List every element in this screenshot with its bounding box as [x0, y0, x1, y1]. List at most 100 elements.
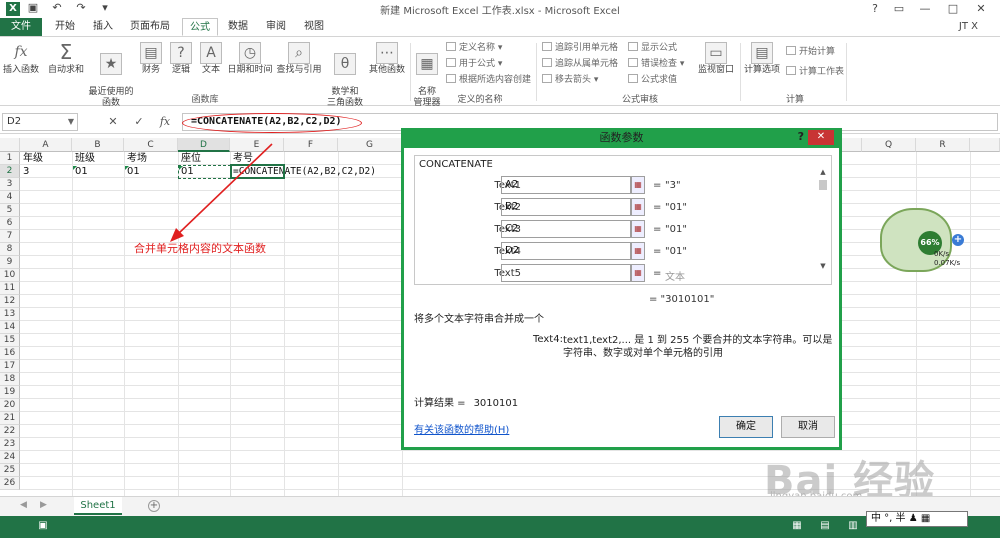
- sheet-tab-sheet1[interactable]: Sheet1: [74, 497, 122, 515]
- calculate-now-button[interactable]: 开始计算: [786, 46, 835, 59]
- add-sheet-button[interactable]: +: [148, 500, 160, 512]
- lookup-reference-button[interactable]: ⌕ 查找与引用: [274, 42, 324, 76]
- collapse-dialog-icon[interactable]: ▦: [631, 176, 645, 194]
- user-name[interactable]: JT X: [959, 21, 978, 32]
- scroll-up-icon[interactable]: ▲: [817, 168, 829, 178]
- row-header-15[interactable]: 15: [0, 334, 20, 347]
- name-box-value: D2: [7, 116, 22, 127]
- autosum-button[interactable]: Σ 自动求和: [46, 42, 86, 76]
- remove-arrows-button[interactable]: 移去箭头 ▾: [542, 74, 598, 87]
- name-manager-button[interactable]: ▦ 名称 管理器: [412, 42, 442, 109]
- autosum-label: 自动求和: [47, 65, 84, 75]
- tab-home[interactable]: 开始: [50, 18, 80, 36]
- row-header-17[interactable]: 17: [0, 360, 20, 373]
- tab-page-layout[interactable]: 页面布局: [126, 18, 174, 36]
- math-trig-button[interactable]: θ 数学和 三角函数: [326, 42, 364, 109]
- group-label-calculation: 计算: [785, 95, 804, 105]
- row-header-14[interactable]: 14: [0, 321, 20, 334]
- row-header-20[interactable]: 20: [0, 399, 20, 412]
- error-checking-button[interactable]: 错误检查 ▾: [628, 58, 684, 71]
- column-header-r[interactable]: R: [916, 138, 970, 152]
- function-arguments-dialog: 函数参数 ? ✕ CONCATENATE Text1 A2 ▦ = "3" Te…: [401, 128, 842, 450]
- more-functions-label: 其他函数: [368, 65, 405, 75]
- more-functions-button[interactable]: ⋯ 其他函数: [366, 42, 408, 76]
- arg-input-text3[interactable]: C2: [501, 220, 631, 238]
- row-header-26[interactable]: 26: [0, 477, 20, 490]
- insert-function-fx-button[interactable]: fx: [156, 114, 174, 130]
- macro-record-icon[interactable]: ▣: [36, 520, 50, 534]
- evaluate-formula-button[interactable]: 公式求值: [628, 74, 677, 87]
- ok-button[interactable]: 确定: [719, 416, 773, 438]
- define-name-button[interactable]: 定义名称 ▾: [446, 42, 502, 55]
- row-header-19[interactable]: 19: [0, 386, 20, 399]
- recently-used-button[interactable]: ★ 最近使用的 函数: [86, 42, 136, 109]
- cancel-button[interactable]: 取消: [781, 416, 835, 438]
- page-layout-view-icon[interactable]: ▤: [818, 520, 832, 534]
- row-header-18[interactable]: 18: [0, 373, 20, 386]
- row-header-25[interactable]: 25: [0, 464, 20, 477]
- scroll-thumb[interactable]: [819, 180, 827, 190]
- page-break-view-icon[interactable]: ▥: [846, 520, 860, 534]
- ribbon: fx 插入函数 Σ 自动求和 ★ 最近使用的 函数 ▤ 财务 ? 逻辑 A 文本…: [0, 36, 1000, 109]
- row-header-11[interactable]: 11: [0, 282, 20, 295]
- row-header-24[interactable]: 24: [0, 451, 20, 464]
- calc-options-button[interactable]: ▤ 计算选项: [742, 42, 782, 76]
- financial-button[interactable]: ▤ 财务: [138, 42, 164, 76]
- close-button[interactable]: ✕: [966, 0, 996, 18]
- date-time-button[interactable]: ◷ 日期和时间: [226, 42, 274, 76]
- normal-view-icon[interactable]: ▦: [790, 520, 804, 534]
- tab-insert[interactable]: 插入: [88, 18, 118, 36]
- name-box[interactable]: D2 ▼: [2, 113, 78, 131]
- scroll-down-icon[interactable]: ▼: [817, 262, 829, 272]
- function-help-link[interactable]: 有关该函数的帮助(H): [414, 421, 509, 436]
- create-from-selection-button[interactable]: 根据所选内容创建: [446, 74, 531, 87]
- evaluate-formula-icon: [628, 74, 638, 83]
- network-speed-widget[interactable]: 66% 0K/s 0.07K/s +: [880, 200, 964, 276]
- tab-data[interactable]: 数据: [224, 18, 252, 36]
- arg-input-text2[interactable]: B2: [501, 198, 631, 216]
- show-formulas-button[interactable]: 显示公式: [628, 42, 677, 55]
- ime-toolbar[interactable]: 中 °, 半 ♟ ▦: [866, 511, 968, 527]
- cancel-formula-button[interactable]: ✕: [104, 114, 122, 130]
- trace-precedents-button[interactable]: 追踪引用单元格: [542, 42, 618, 55]
- arguments-scrollbar[interactable]: ▲ ▼: [817, 168, 829, 272]
- minimize-button[interactable]: —: [910, 0, 940, 18]
- row-header-13[interactable]: 13: [0, 308, 20, 321]
- trace-dependents-button[interactable]: 追踪从属单元格: [542, 58, 618, 71]
- arg-input-text5[interactable]: [501, 264, 631, 282]
- row-header-21[interactable]: 21: [0, 412, 20, 425]
- tab-view[interactable]: 视图: [300, 18, 328, 36]
- column-header-s[interactable]: [970, 138, 1000, 152]
- chevron-down-icon[interactable]: ▼: [68, 114, 74, 130]
- enter-formula-button[interactable]: ✓: [130, 114, 148, 130]
- dialog-help-button[interactable]: ?: [798, 130, 804, 143]
- maximize-button[interactable]: □: [938, 0, 968, 18]
- calculate-sheet-button[interactable]: 计算工作表: [786, 66, 844, 79]
- tab-file[interactable]: 文件: [0, 18, 42, 36]
- dialog-close-button[interactable]: ✕: [808, 130, 834, 145]
- text-button[interactable]: A 文本: [198, 42, 224, 76]
- collapse-dialog-icon[interactable]: ▦: [631, 198, 645, 216]
- row-header-23[interactable]: 23: [0, 438, 20, 451]
- widget-plus-icon[interactable]: +: [952, 234, 964, 246]
- prev-sheet-icon[interactable]: ◀: [20, 500, 27, 510]
- collapse-dialog-icon[interactable]: ▦: [631, 242, 645, 260]
- column-header-q[interactable]: Q: [862, 138, 916, 152]
- logical-button[interactable]: ? 逻辑: [168, 42, 194, 76]
- next-sheet-icon[interactable]: ▶: [40, 500, 47, 510]
- column-header-g[interactable]: G: [338, 138, 402, 152]
- arg-input-text4[interactable]: D2: [501, 242, 631, 260]
- use-in-formula-button[interactable]: 用于公式 ▾: [446, 58, 502, 71]
- insert-function-button[interactable]: fx 插入函数: [2, 42, 40, 76]
- row-header-12[interactable]: 12: [0, 295, 20, 308]
- row-header-22[interactable]: 22: [0, 425, 20, 438]
- collapse-dialog-icon[interactable]: ▦: [631, 264, 645, 282]
- gridline-vertical: [970, 152, 971, 496]
- tab-review[interactable]: 审阅: [262, 18, 290, 36]
- collapse-dialog-icon[interactable]: ▦: [631, 220, 645, 238]
- watch-window-button[interactable]: ▭ 监视窗口: [696, 42, 736, 76]
- tab-formulas[interactable]: 公式: [182, 18, 218, 36]
- financial-label: 财务: [141, 65, 160, 75]
- row-header-16[interactable]: 16: [0, 347, 20, 360]
- arg-input-text1[interactable]: A2: [501, 176, 631, 194]
